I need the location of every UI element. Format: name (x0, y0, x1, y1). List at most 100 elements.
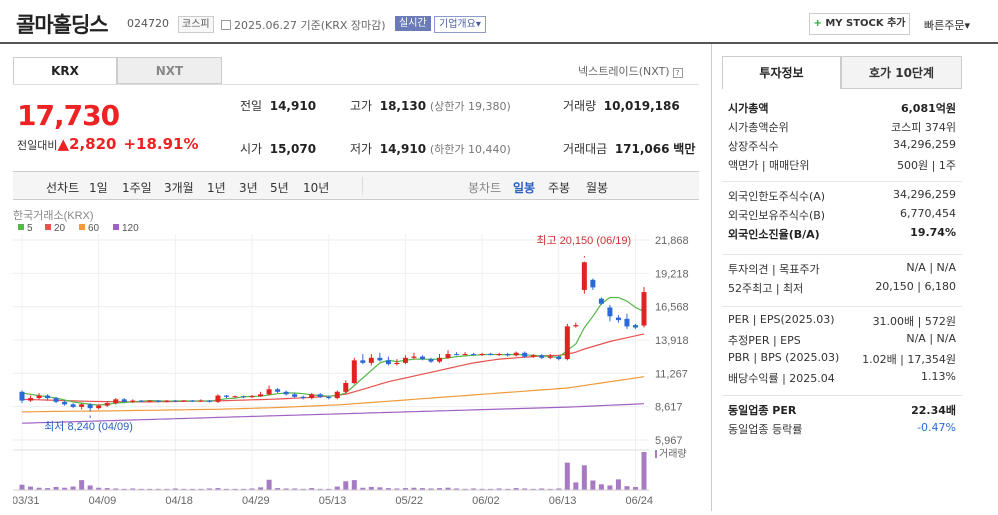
add-my-stock-button[interactable]: + MY STOCK 추가 (809, 13, 910, 35)
candle-body (62, 401, 68, 405)
info-label: 배당수익률 | 2025.04 (728, 372, 835, 385)
info-value: N/A | N/A (906, 261, 956, 274)
info-row: 외국인소진율(B/A) 19.74% (728, 226, 956, 242)
candle-body (411, 356, 417, 358)
period-10y[interactable]: 10년 (303, 179, 329, 196)
price-chart[interactable]: 한국거래소(KRX) 5 20 60 120 21,868 19,218 16,568 13,9… (12, 200, 699, 511)
candle-body (334, 391, 340, 399)
candle-body (19, 391, 25, 401)
info-label: 추정PER | EPS (728, 334, 801, 347)
candle-daily[interactable]: 일봉 (513, 179, 535, 196)
candle-body (419, 356, 425, 360)
info-label: 외국인보유주식수(B) (728, 209, 826, 222)
info-value: -0.47% (917, 421, 956, 434)
info-value: 6,081억원 (900, 102, 956, 115)
candle-body (87, 404, 93, 409)
legend-label: 20 (54, 223, 66, 234)
legend-swatch (113, 224, 119, 230)
info-value: 19.74% (910, 226, 956, 239)
candle-body (53, 398, 59, 402)
candle-body (607, 307, 613, 317)
info-value: 20,150 | 6,180 (875, 280, 956, 293)
candle-weekly[interactable]: 주봉 (548, 179, 570, 196)
divider (13, 84, 699, 85)
x-tick-label: 06/02 (472, 495, 500, 507)
info-value: 코스피 374위 (891, 121, 956, 134)
candle-body (147, 400, 153, 402)
candle-body (445, 354, 451, 358)
tab-nxt[interactable]: NXT (117, 57, 222, 84)
candle-body (351, 360, 357, 383)
candle-body (45, 395, 51, 399)
period-1d[interactable]: 1일 (89, 179, 108, 196)
candle-body (215, 395, 221, 402)
candle-body (428, 359, 434, 362)
candle-body (641, 292, 647, 326)
info-label: 투자의견 | 목표주가 (728, 263, 820, 276)
period-1y[interactable]: 1년 (207, 179, 226, 196)
stock-code: 024720 (127, 17, 169, 30)
divider (362, 177, 363, 195)
change-label: 전일대비 (17, 139, 58, 152)
candle-chart-label[interactable]: 봉차트 (468, 179, 501, 196)
candle-body (454, 354, 460, 356)
candle-body (309, 394, 315, 399)
company-overview-dropdown[interactable]: 기업개요▾ (434, 16, 486, 33)
low-annotation: 최저 8,240 (04/09) (44, 420, 133, 433)
info-value: 34,296,259 (893, 138, 956, 151)
x-tick-label: 06/13 (549, 495, 577, 507)
volume-bar (641, 452, 647, 490)
info-label: 액면가 | 매매단위 (728, 159, 810, 172)
candle-body (462, 354, 468, 356)
candle-body (590, 279, 596, 288)
candle-body (121, 399, 127, 402)
market-badge: 코스피 (178, 16, 214, 33)
stock-name: 콜마홀딩스 (16, 13, 109, 37)
high-annotation: 최고 20,150 (06/19) (536, 234, 631, 247)
volume-bar (351, 480, 357, 490)
volume-bar (79, 480, 85, 490)
tab-krx[interactable]: KRX (13, 57, 117, 84)
candle-body (249, 396, 255, 398)
tab-orderbook[interactable]: 호가 10단계 (841, 56, 962, 89)
legend-swatch (45, 224, 51, 230)
candle-body (275, 389, 281, 392)
candle-body (624, 318, 630, 327)
x-tick-label: 04/18 (165, 495, 193, 507)
candle-monthly[interactable]: 월봉 (586, 179, 608, 196)
info-row: 동일업종 등락률 -0.47% (728, 421, 956, 437)
candle-body (385, 360, 391, 365)
period-5y[interactable]: 5년 (270, 179, 289, 196)
candle-body (632, 325, 638, 328)
volume-bar (624, 486, 630, 490)
candle-body (232, 396, 238, 398)
moving-average-ma20 (21, 333, 645, 403)
tab-investment-info[interactable]: 투자정보 (722, 56, 841, 89)
x-tick-label: 03/31 (13, 495, 40, 507)
realtime-button[interactable]: 실시간 (395, 16, 431, 31)
info-label: 외국인한도주식수(A) (728, 190, 826, 203)
candle-body (505, 354, 511, 356)
y-tick-label: 11,267 (655, 368, 688, 380)
volume-bar (70, 486, 76, 490)
line-chart-label[interactable]: 선차트 (46, 179, 79, 196)
candle-body (598, 298, 604, 304)
candle-body (189, 400, 195, 402)
quick-order-button[interactable]: 빠른주문▾ (924, 17, 970, 33)
period-3m[interactable]: 3개월 (164, 179, 194, 196)
candle-body (292, 394, 298, 397)
info-row: 배당수익률 | 2025.04 1.13% (728, 370, 956, 386)
help-icon[interactable]: ? (672, 68, 683, 78)
info-label: PER | EPS(2025.03) (728, 313, 835, 326)
period-1w[interactable]: 1주일 (122, 179, 152, 196)
volume-bar (598, 484, 604, 490)
candle-body (513, 352, 519, 356)
candle-body (79, 404, 85, 407)
candle-body (377, 357, 383, 361)
info-value: 22.34배 (911, 404, 956, 417)
info-value: 500원 | 1주 (897, 159, 956, 172)
info-row: 액면가 | 매매단위 500원 | 1주 (728, 157, 956, 173)
period-3y[interactable]: 3년 (239, 179, 258, 196)
x-tick-label: 05/13 (319, 495, 347, 507)
y-tick-label: 5,967 (655, 435, 683, 447)
